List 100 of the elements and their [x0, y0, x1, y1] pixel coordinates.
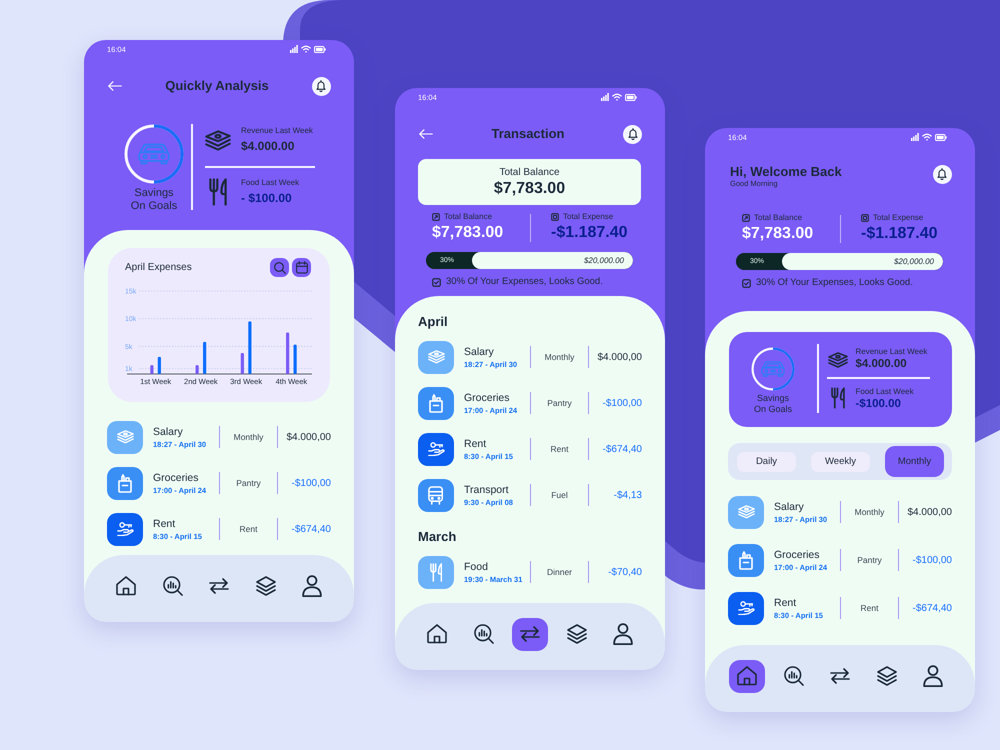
arrow-square-icon [432, 212, 440, 220]
savings-label: Savings On Goals [752, 393, 794, 415]
transaction-amount: -$100,00 [602, 398, 642, 408]
savings-ring [751, 347, 795, 391]
transaction-amount: -$70,40 [608, 566, 642, 578]
food-label: Food Last Week [241, 178, 300, 188]
key-hand-icon [728, 592, 764, 624]
home-icon [116, 576, 136, 596]
transaction-name: Groceries [464, 390, 510, 404]
balance-label: Total Balance [499, 166, 560, 178]
chart-bar [196, 365, 199, 374]
layers-icon [566, 624, 586, 644]
notification-button[interactable] [623, 124, 642, 144]
chart-title: April Expenses [125, 262, 192, 274]
revenue-amount: $4.000.00 [241, 138, 294, 154]
period-tab[interactable]: Weekly [811, 452, 870, 472]
chart-bar [150, 365, 154, 374]
banknotes-icon [828, 352, 848, 368]
transaction-amount: -$674,40 [912, 602, 952, 614]
battery-icon [314, 46, 326, 52]
magnifier-chart-icon [784, 666, 804, 686]
transaction-category: Rent [860, 603, 878, 613]
notification-button[interactable] [312, 76, 331, 96]
bell-icon [316, 80, 326, 92]
home-button[interactable] [729, 660, 765, 692]
magnifier-chart-icon [474, 624, 494, 644]
banknotes-icon [418, 340, 454, 374]
transaction-category: Rent [240, 524, 258, 534]
stat-amount: -$1.187.40 [551, 223, 628, 243]
arrow-square-icon [742, 214, 750, 222]
transaction-amount: $4.000,00 [286, 432, 331, 442]
chart-bar [158, 356, 161, 374]
transaction-name: Salary [464, 344, 494, 358]
transaction-name: Rent [774, 596, 796, 610]
banknotes-icon [728, 496, 764, 528]
note-text: 30% Of Your Expenses, Looks Good. [446, 276, 603, 288]
period-tab[interactable]: Daily [737, 452, 796, 472]
signal-icon [290, 45, 298, 53]
back-arrow-icon [108, 81, 122, 91]
signal-icon [601, 93, 609, 101]
transaction-category: Pantry [857, 555, 882, 565]
check-square-icon [432, 278, 441, 286]
notification-button[interactable] [932, 164, 952, 184]
search-button[interactable] [270, 258, 289, 277]
car-icon [761, 361, 785, 377]
transaction-amount: $4.000,00 [908, 506, 952, 518]
bell-icon [937, 168, 947, 180]
stat-label: Total Balance [754, 212, 802, 223]
back-button[interactable] [418, 127, 433, 141]
banknotes-icon [107, 420, 143, 454]
cutlery-icon [418, 556, 454, 588]
person-icon [923, 664, 943, 688]
layers-icon [876, 666, 896, 686]
swap-arrows-icon [520, 626, 540, 642]
back-button[interactable] [107, 79, 122, 93]
key-hand-icon [418, 432, 454, 466]
calendar-button[interactable] [292, 258, 311, 277]
bus-icon [418, 478, 454, 512]
savings-ring [124, 124, 184, 184]
transaction-category: Fuel [551, 490, 568, 500]
screen-title: Quickly Analysis [165, 78, 269, 94]
grocery-bag-icon [107, 466, 143, 500]
home-icon [737, 666, 757, 686]
greeting-title: Hi, Welcome Back [730, 164, 842, 180]
swap-arrows-icon [209, 578, 229, 594]
transaction-category: Pantry [547, 398, 572, 408]
wifi-icon [612, 93, 622, 101]
person-icon [302, 574, 322, 598]
chart-bar [286, 332, 290, 374]
stat-amount: $7,783.00 [432, 223, 504, 243]
chart-bar [248, 321, 252, 374]
search-icon [274, 262, 286, 274]
transaction-category: Pantry [236, 478, 261, 488]
revenue-amount: $4.000.00 [856, 357, 907, 371]
transaction-category: Monthly [544, 352, 574, 362]
key-hand-icon [107, 512, 143, 546]
transaction-name: Rent [464, 436, 486, 450]
revenue-label: Revenue Last Week [856, 347, 928, 357]
home-icon [427, 624, 447, 644]
car-icon [138, 143, 170, 165]
transaction-category: Monthly [234, 432, 264, 442]
stat-amount: -$1.187.40 [861, 224, 938, 244]
revenue-label: Revenue Last Week [241, 126, 313, 136]
wifi-icon [301, 45, 311, 53]
battery-icon [625, 94, 637, 100]
swap-arrows-icon [830, 668, 850, 684]
transaction-amount: -$674,40 [292, 524, 331, 534]
signal-icon [911, 133, 919, 141]
balance-amount: $7,783.00 [494, 178, 566, 198]
transaction-name: Food [464, 560, 488, 574]
note-text: 30% Of Your Expenses, Looks Good. [756, 277, 913, 289]
transfer-button[interactable] [512, 618, 548, 650]
transaction-category: Monthly [854, 507, 884, 517]
transaction-name: Salary [153, 424, 183, 438]
stat-label: Total Expense [563, 211, 614, 222]
transaction-amount: -$674,40 [602, 444, 642, 454]
month-heading: April [418, 314, 448, 330]
magnifier-chart-icon [162, 576, 182, 596]
progress-goal: $20,000.00 [472, 252, 633, 269]
transaction-name: Rent [153, 516, 176, 530]
